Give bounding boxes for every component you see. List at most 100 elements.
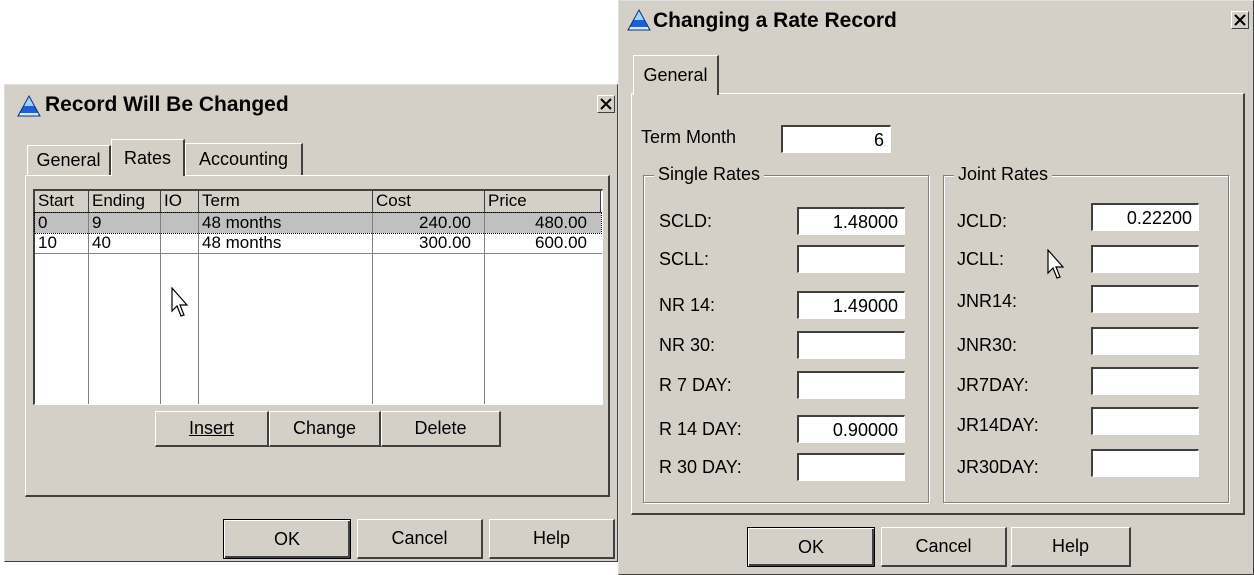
jcld-label: JCLD: bbox=[957, 211, 1008, 231]
tab-rates[interactable]: Rates bbox=[111, 139, 185, 176]
jcld-field[interactable]: 0.22200 bbox=[1091, 203, 1199, 231]
scll-label: SCLL: bbox=[659, 249, 710, 269]
scld-field[interactable]: 1.48000 bbox=[797, 207, 905, 235]
jnr30-label: JNR30: bbox=[957, 335, 1018, 355]
cell-term: 48 months bbox=[202, 213, 282, 232]
cell-price: 480.00 bbox=[535, 213, 587, 232]
help-button[interactable]: Help bbox=[489, 519, 615, 559]
column-divider bbox=[160, 213, 161, 404]
tab-accounting[interactable]: Accounting bbox=[185, 143, 303, 175]
button-label: Change bbox=[292, 418, 357, 438]
column-header-io[interactable]: IO bbox=[161, 191, 199, 213]
r14day-field[interactable]: 0.90000 bbox=[797, 415, 905, 443]
tab-general[interactable]: General bbox=[633, 55, 719, 95]
column-header-term[interactable]: Term bbox=[199, 191, 373, 213]
changing-rate-record-dialog: Changing a Rate Record General Term Mont… bbox=[618, 0, 1254, 575]
button-label: Help bbox=[532, 528, 571, 548]
button-label: OK bbox=[273, 528, 300, 549]
mouse-pointer-icon bbox=[171, 287, 189, 317]
jr30day-field[interactable] bbox=[1091, 449, 1199, 477]
jnr30-field[interactable] bbox=[1091, 327, 1199, 355]
column-header-start[interactable]: Start bbox=[35, 191, 89, 213]
column-divider bbox=[198, 213, 199, 404]
delete-button[interactable]: Delete bbox=[381, 411, 501, 447]
column-header-price[interactable]: Price bbox=[485, 191, 601, 213]
r14day-label: R 14 DAY: bbox=[659, 419, 742, 439]
cell-price: 600.00 bbox=[535, 233, 587, 252]
button-label: Cancel bbox=[915, 536, 972, 556]
table-row[interactable]: 10 40 48 months 300.00 600.00 bbox=[35, 233, 601, 253]
cell-io bbox=[161, 213, 199, 233]
button-label: Delete bbox=[414, 418, 467, 438]
button-label: OK bbox=[797, 536, 824, 557]
jr14day-label: JR14DAY: bbox=[957, 415, 1039, 435]
tab-general[interactable]: General bbox=[27, 145, 111, 175]
header-label: Cost bbox=[376, 191, 411, 210]
dialog-title: Record Will Be Changed bbox=[45, 93, 289, 116]
change-button[interactable]: Change bbox=[269, 411, 381, 447]
table-row[interactable]: 0 9 48 months 240.00 480.00 bbox=[34, 212, 602, 234]
column-divider bbox=[372, 213, 373, 404]
tab-label: Accounting bbox=[198, 149, 289, 169]
record-will-be-changed-dialog: Record Will Be Changed General Rates Acc… bbox=[4, 84, 618, 562]
column-header-ending[interactable]: Ending bbox=[89, 191, 161, 213]
term-month-field[interactable]: 6 bbox=[781, 125, 891, 153]
cell-start: 0 bbox=[38, 213, 48, 232]
button-label: Help bbox=[1051, 536, 1090, 556]
close-icon bbox=[600, 98, 612, 110]
nr14-label: NR 14: bbox=[659, 295, 716, 315]
triangle-app-icon bbox=[627, 9, 651, 31]
column-divider bbox=[484, 213, 485, 404]
column-header-cost[interactable]: Cost bbox=[373, 191, 485, 213]
header-label: Start bbox=[38, 191, 74, 210]
header-label: Term bbox=[202, 191, 240, 210]
scld-label: SCLD: bbox=[659, 211, 713, 231]
tab-label: General bbox=[643, 65, 708, 85]
close-button[interactable] bbox=[597, 95, 615, 113]
r30day-label: R 30 DAY: bbox=[659, 457, 742, 477]
group-title: Single Rates bbox=[654, 164, 765, 185]
cell-io bbox=[161, 233, 199, 253]
title-bar[interactable]: Changing a Rate Record bbox=[621, 3, 1251, 39]
r30day-field[interactable] bbox=[797, 453, 905, 481]
cell-ending: 40 bbox=[92, 233, 111, 252]
dialog-title: Changing a Rate Record bbox=[653, 9, 897, 32]
column-divider bbox=[88, 213, 89, 404]
cell-cost: 240.00 bbox=[419, 213, 471, 232]
cell-cost: 300.00 bbox=[419, 233, 471, 252]
title-bar[interactable]: Record Will Be Changed bbox=[7, 87, 615, 123]
insert-button[interactable]: Insert bbox=[155, 411, 269, 447]
nr30-field[interactable] bbox=[797, 331, 905, 359]
cell-term: 48 months bbox=[202, 233, 282, 252]
cell-start: 10 bbox=[38, 233, 57, 252]
tab-label: Rates bbox=[123, 147, 172, 168]
group-title: Joint Rates bbox=[954, 164, 1053, 185]
jcll-field[interactable] bbox=[1091, 245, 1199, 273]
nr14-field[interactable]: 1.49000 bbox=[797, 291, 905, 319]
mouse-pointer-icon bbox=[1047, 249, 1065, 279]
row-divider bbox=[35, 253, 602, 254]
scll-field[interactable] bbox=[797, 245, 905, 273]
jnr14-field[interactable] bbox=[1091, 285, 1199, 313]
header-label: Ending bbox=[92, 191, 145, 210]
tab-label: General bbox=[36, 150, 101, 170]
header-label: IO bbox=[164, 191, 182, 210]
ok-button[interactable]: OK bbox=[747, 527, 875, 567]
cancel-button[interactable]: Cancel bbox=[881, 527, 1007, 567]
jnr14-label: JNR14: bbox=[957, 291, 1018, 311]
jr7day-label: JR7DAY: bbox=[957, 375, 1029, 395]
cancel-button[interactable]: Cancel bbox=[357, 519, 483, 559]
button-label: Cancel bbox=[391, 528, 448, 548]
header-label: Price bbox=[488, 191, 527, 210]
help-button[interactable]: Help bbox=[1011, 527, 1131, 567]
close-button[interactable] bbox=[1231, 11, 1249, 29]
close-icon bbox=[1234, 14, 1246, 26]
nr30-label: NR 30: bbox=[659, 335, 716, 355]
r7day-field[interactable] bbox=[797, 371, 905, 399]
jr30day-label: JR30DAY: bbox=[957, 457, 1039, 477]
jr7day-field[interactable] bbox=[1091, 367, 1199, 395]
jr14day-field[interactable] bbox=[1091, 407, 1199, 435]
cell-ending: 9 bbox=[92, 213, 102, 232]
ok-button[interactable]: OK bbox=[223, 519, 351, 559]
rates-grid[interactable]: Start Ending IO Term Cost Price 0 9 48 m… bbox=[33, 189, 603, 405]
